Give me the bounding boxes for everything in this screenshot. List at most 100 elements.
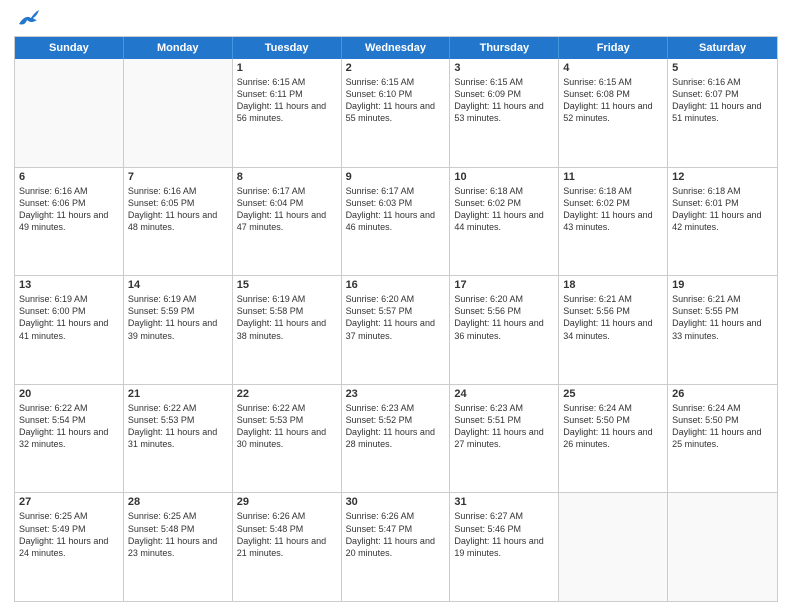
header [14, 10, 778, 28]
day-cell-3: 3 Sunrise: 6:15 AMSunset: 6:09 PMDaylight… [450, 59, 559, 167]
day-number: 6 [19, 171, 119, 183]
day-number: 30 [346, 496, 446, 508]
cell-info: Sunrise: 6:23 AMSunset: 5:51 PMDaylight:… [454, 402, 554, 451]
day-number: 17 [454, 279, 554, 291]
cell-info: Sunrise: 6:25 AMSunset: 5:48 PMDaylight:… [128, 510, 228, 559]
cell-info: Sunrise: 6:20 AMSunset: 5:57 PMDaylight:… [346, 293, 446, 342]
day-number: 1 [237, 62, 337, 74]
cell-info: Sunrise: 6:18 AMSunset: 6:02 PMDaylight:… [563, 185, 663, 234]
cell-info: Sunrise: 6:21 AMSunset: 5:56 PMDaylight:… [563, 293, 663, 342]
cell-info: Sunrise: 6:15 AMSunset: 6:10 PMDaylight:… [346, 76, 446, 125]
day-number: 10 [454, 171, 554, 183]
cell-info: Sunrise: 6:22 AMSunset: 5:54 PMDaylight:… [19, 402, 119, 451]
cell-info: Sunrise: 6:27 AMSunset: 5:46 PMDaylight:… [454, 510, 554, 559]
day-number: 22 [237, 388, 337, 400]
day-header-wednesday: Wednesday [342, 37, 451, 59]
day-number: 31 [454, 496, 554, 508]
day-cell-26: 26 Sunrise: 6:24 AMSunset: 5:50 PMDayligh… [668, 385, 777, 493]
day-cell-22: 22 Sunrise: 6:22 AMSunset: 5:53 PMDayligh… [233, 385, 342, 493]
day-number: 5 [672, 62, 773, 74]
calendar-row-1: 6 Sunrise: 6:16 AMSunset: 6:06 PMDaylight… [15, 167, 777, 276]
calendar-row-3: 20Sunrise: 6:22 AMSunset: 5:54 PMDayligh… [15, 384, 777, 493]
day-cell-17: 17 Sunrise: 6:20 AMSunset: 5:56 PMDayligh… [450, 276, 559, 384]
cell-info: Sunrise: 6:19 AMSunset: 5:58 PMDaylight:… [237, 293, 337, 342]
cell-info: Sunrise: 6:22 AMSunset: 5:53 PMDaylight:… [237, 402, 337, 451]
day-cell-20: 20Sunrise: 6:22 AMSunset: 5:54 PMDayligh… [15, 385, 124, 493]
day-cell-29: 29Sunrise: 6:26 AMSunset: 5:48 PMDayligh… [233, 493, 342, 601]
cell-info: Sunrise: 6:16 AMSunset: 6:06 PMDaylight:… [19, 185, 119, 234]
day-cell-5: 5 Sunrise: 6:16 AMSunset: 6:07 PMDaylight… [668, 59, 777, 167]
day-header-monday: Monday [124, 37, 233, 59]
cell-info: Sunrise: 6:17 AMSunset: 6:04 PMDaylight:… [237, 185, 337, 234]
logo-bird-icon [17, 10, 39, 28]
cell-info: Sunrise: 6:21 AMSunset: 5:55 PMDaylight:… [672, 293, 773, 342]
calendar-header: SundayMondayTuesdayWednesdayThursdayFrid… [15, 37, 777, 59]
day-cell-23: 23 Sunrise: 6:23 AMSunset: 5:52 PMDayligh… [342, 385, 451, 493]
day-cell-18: 18 Sunrise: 6:21 AMSunset: 5:56 PMDayligh… [559, 276, 668, 384]
day-number: 8 [237, 171, 337, 183]
day-cell-30: 30 Sunrise: 6:26 AMSunset: 5:47 PMDayligh… [342, 493, 451, 601]
day-number: 18 [563, 279, 663, 291]
day-number: 7 [128, 171, 228, 183]
day-number: 27 [19, 496, 119, 508]
day-cell-11: 11 Sunrise: 6:18 AMSunset: 6:02 PMDayligh… [559, 168, 668, 276]
cell-info: Sunrise: 6:20 AMSunset: 5:56 PMDaylight:… [454, 293, 554, 342]
logo [14, 10, 39, 28]
day-cell-19: 19 Sunrise: 6:21 AMSunset: 5:55 PMDayligh… [668, 276, 777, 384]
cell-info: Sunrise: 6:15 AMSunset: 6:08 PMDaylight:… [563, 76, 663, 125]
empty-cell [559, 493, 668, 601]
day-cell-8: 8 Sunrise: 6:17 AMSunset: 6:04 PMDaylight… [233, 168, 342, 276]
day-number: 15 [237, 279, 337, 291]
calendar-body: 1 Sunrise: 6:15 AMSunset: 6:11 PMDaylight… [15, 59, 777, 601]
day-number: 16 [346, 279, 446, 291]
cell-info: Sunrise: 6:24 AMSunset: 5:50 PMDaylight:… [672, 402, 773, 451]
day-number: 29 [237, 496, 337, 508]
empty-cell [124, 59, 233, 167]
cell-info: Sunrise: 6:26 AMSunset: 5:47 PMDaylight:… [346, 510, 446, 559]
cell-info: Sunrise: 6:18 AMSunset: 6:02 PMDaylight:… [454, 185, 554, 234]
cell-info: Sunrise: 6:22 AMSunset: 5:53 PMDaylight:… [128, 402, 228, 451]
day-header-sunday: Sunday [15, 37, 124, 59]
day-cell-24: 24Sunrise: 6:23 AMSunset: 5:51 PMDayligh… [450, 385, 559, 493]
day-cell-16: 16 Sunrise: 6:20 AMSunset: 5:57 PMDayligh… [342, 276, 451, 384]
day-cell-10: 10 Sunrise: 6:18 AMSunset: 6:02 PMDayligh… [450, 168, 559, 276]
day-cell-31: 31 Sunrise: 6:27 AMSunset: 5:46 PMDayligh… [450, 493, 559, 601]
day-number: 3 [454, 62, 554, 74]
day-header-thursday: Thursday [450, 37, 559, 59]
day-number: 14 [128, 279, 228, 291]
cell-info: Sunrise: 6:18 AMSunset: 6:01 PMDaylight:… [672, 185, 773, 234]
day-cell-4: 4Sunrise: 6:15 AMSunset: 6:08 PMDaylight… [559, 59, 668, 167]
cell-info: Sunrise: 6:23 AMSunset: 5:52 PMDaylight:… [346, 402, 446, 451]
cell-info: Sunrise: 6:19 AMSunset: 6:00 PMDaylight:… [19, 293, 119, 342]
calendar: SundayMondayTuesdayWednesdayThursdayFrid… [14, 36, 778, 602]
day-cell-13: 13 Sunrise: 6:19 AMSunset: 6:00 PMDayligh… [15, 276, 124, 384]
day-number: 28 [128, 496, 228, 508]
logo-text [14, 10, 39, 28]
day-cell-6: 6 Sunrise: 6:16 AMSunset: 6:06 PMDaylight… [15, 168, 124, 276]
day-cell-27: 27 Sunrise: 6:25 AMSunset: 5:49 PMDayligh… [15, 493, 124, 601]
day-number: 12 [672, 171, 773, 183]
calendar-row-4: 27 Sunrise: 6:25 AMSunset: 5:49 PMDayligh… [15, 492, 777, 601]
day-cell-9: 9Sunrise: 6:17 AMSunset: 6:03 PMDaylight… [342, 168, 451, 276]
cell-info: Sunrise: 6:24 AMSunset: 5:50 PMDaylight:… [563, 402, 663, 451]
day-number: 23 [346, 388, 446, 400]
page-container: SundayMondayTuesdayWednesdayThursdayFrid… [0, 0, 792, 612]
cell-info: Sunrise: 6:16 AMSunset: 6:05 PMDaylight:… [128, 185, 228, 234]
cell-info: Sunrise: 6:15 AMSunset: 6:09 PMDaylight:… [454, 76, 554, 125]
day-number: 26 [672, 388, 773, 400]
empty-cell [668, 493, 777, 601]
day-number: 2 [346, 62, 446, 74]
day-cell-1: 1 Sunrise: 6:15 AMSunset: 6:11 PMDaylight… [233, 59, 342, 167]
empty-cell [15, 59, 124, 167]
day-number: 11 [563, 171, 663, 183]
calendar-row-2: 13 Sunrise: 6:19 AMSunset: 6:00 PMDayligh… [15, 275, 777, 384]
day-cell-25: 25Sunrise: 6:24 AMSunset: 5:50 PMDayligh… [559, 385, 668, 493]
day-cell-12: 12 Sunrise: 6:18 AMSunset: 6:01 PMDayligh… [668, 168, 777, 276]
day-number: 13 [19, 279, 119, 291]
day-number: 19 [672, 279, 773, 291]
day-number: 21 [128, 388, 228, 400]
day-cell-14: 14Sunrise: 6:19 AMSunset: 5:59 PMDayligh… [124, 276, 233, 384]
cell-info: Sunrise: 6:25 AMSunset: 5:49 PMDaylight:… [19, 510, 119, 559]
cell-info: Sunrise: 6:16 AMSunset: 6:07 PMDaylight:… [672, 76, 773, 125]
cell-info: Sunrise: 6:15 AMSunset: 6:11 PMDaylight:… [237, 76, 337, 125]
